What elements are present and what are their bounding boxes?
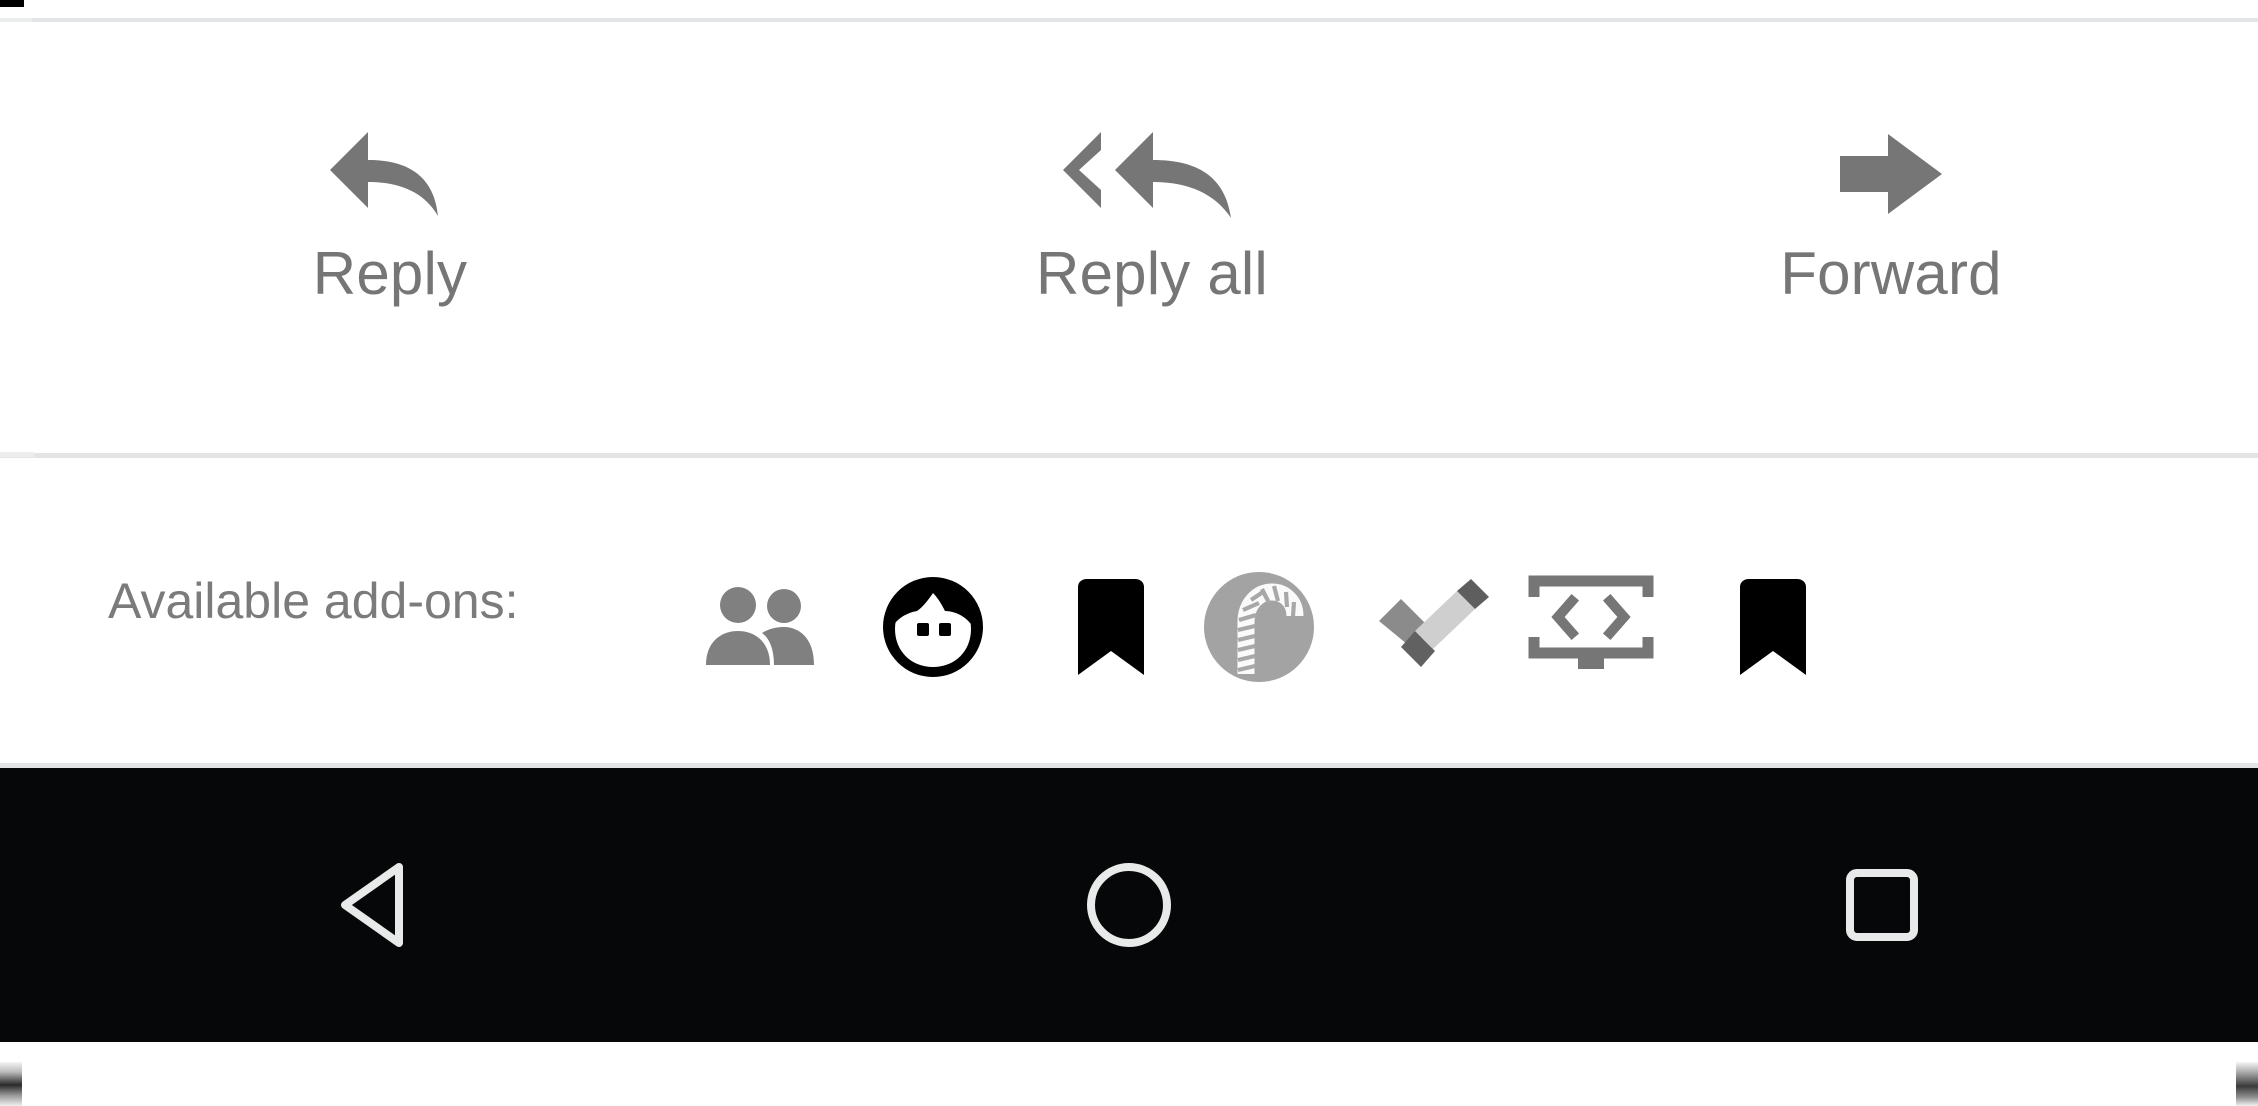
reply-label: Reply — [312, 240, 468, 307]
android-navigation-bar — [0, 768, 2258, 1042]
code-monitor-icon — [1528, 575, 1654, 679]
forward-arrow-icon — [1832, 126, 1950, 222]
addons-scroll-edge-left[interactable] — [0, 1062, 22, 1106]
reply-all-button[interactable]: Reply all — [780, 22, 1524, 456]
cut-off-element-stub — [0, 0, 24, 7]
available-addons-row: Available add-ons: — [0, 458, 2258, 1106]
home-circle-icon — [1079, 855, 1179, 955]
reply-arrow-icon — [326, 126, 454, 222]
addons-scroll-edge-right[interactable] — [2236, 1062, 2258, 1106]
nav-back-button[interactable] — [76, 768, 676, 1042]
candy-cane-circle-icon — [1202, 570, 1316, 684]
reply-all-label: Reply all — [1036, 240, 1268, 307]
recents-square-icon — [1834, 857, 1930, 953]
top-content-sliver — [0, 0, 2258, 18]
reply-button[interactable]: Reply — [0, 22, 780, 456]
reply-all-arrow-icon — [1057, 126, 1247, 222]
nav-recents-button[interactable] — [1582, 768, 2182, 1042]
checkmark-tasks-icon — [1373, 577, 1493, 677]
actions-addons-divider-inset — [0, 452, 34, 457]
forward-label: Forward — [1780, 240, 2002, 307]
available-addons-label: Available add-ons: — [108, 573, 519, 629]
forward-button[interactable]: Forward — [1524, 22, 2258, 456]
bookmark-icon — [1072, 577, 1150, 677]
addon-tasks[interactable] — [1372, 566, 1494, 688]
addon-candy-cane[interactable] — [1198, 566, 1320, 688]
bookmark-icon — [1734, 577, 1812, 677]
addon-avatar[interactable] — [872, 566, 994, 688]
back-triangle-icon — [331, 857, 421, 953]
people-contacts-icon — [702, 583, 820, 671]
nav-home-button[interactable] — [829, 768, 1429, 1042]
addon-bookmark-1[interactable] — [1050, 566, 1172, 688]
message-actions-row: Reply Reply all Forward — [0, 22, 2258, 456]
face-avatar-icon — [879, 573, 987, 681]
addon-bookmark-2[interactable] — [1712, 566, 1834, 688]
addon-people-contacts[interactable] — [700, 566, 822, 688]
addon-code-monitor[interactable] — [1528, 566, 1654, 688]
